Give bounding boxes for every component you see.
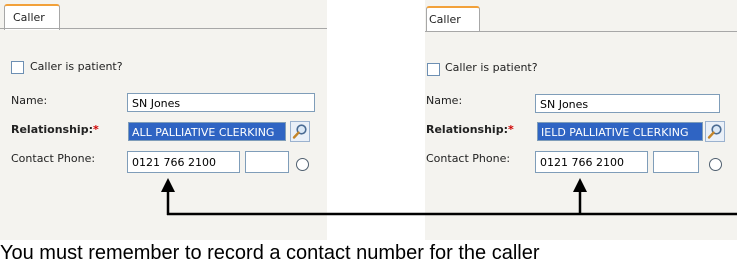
name-field[interactable]: SN Jones	[127, 93, 315, 112]
caller-panel-left: Caller Caller is patient? Name: SN Jones…	[0, 0, 327, 240]
contact-phone-field[interactable]: 0121 766 2100	[127, 151, 240, 173]
relationship-label: Relationship:*	[426, 123, 514, 136]
tab-caller[interactable]: Caller	[4, 4, 60, 30]
caller-is-patient-checkbox[interactable]	[427, 63, 440, 76]
name-field[interactable]: SN Jones	[535, 94, 720, 113]
instruction-caption: You must remember to record a contact nu…	[0, 242, 540, 264]
contact-phone-field[interactable]: 0121 766 2100	[535, 151, 648, 173]
relationship-lookup-button[interactable]	[290, 121, 310, 142]
tab-divider	[0, 28, 327, 29]
phone-extension-field[interactable]	[653, 151, 699, 173]
radio-icon[interactable]	[709, 158, 722, 171]
required-asterisk: *	[507, 123, 514, 136]
caller-is-patient-label: Caller is patient?	[30, 60, 123, 73]
relationship-field[interactable]: ALL PALLIATIVE CLERKING	[128, 122, 286, 141]
caller-is-patient-label: Caller is patient?	[445, 61, 538, 74]
contact-phone-label: Contact Phone:	[426, 152, 511, 165]
tab-divider	[425, 31, 737, 32]
relationship-lookup-button[interactable]	[705, 121, 725, 142]
caller-is-patient-checkbox[interactable]	[11, 61, 24, 74]
relationship-label: Relationship:*	[11, 123, 99, 136]
magnifier-icon	[292, 124, 307, 139]
contact-phone-label: Contact Phone:	[11, 152, 96, 165]
name-label: Name:	[11, 94, 48, 107]
relationship-field[interactable]: IELD PALLIATIVE CLERKING	[537, 122, 703, 141]
radio-icon[interactable]	[296, 158, 309, 171]
phone-extension-field[interactable]	[245, 151, 289, 173]
name-label: Name:	[426, 94, 463, 107]
tab-caller[interactable]: Caller	[426, 6, 480, 32]
required-asterisk: *	[92, 123, 99, 136]
magnifier-icon	[707, 124, 722, 139]
caller-panel-right: Caller Caller is patient? Name: SN Jones…	[425, 0, 737, 240]
